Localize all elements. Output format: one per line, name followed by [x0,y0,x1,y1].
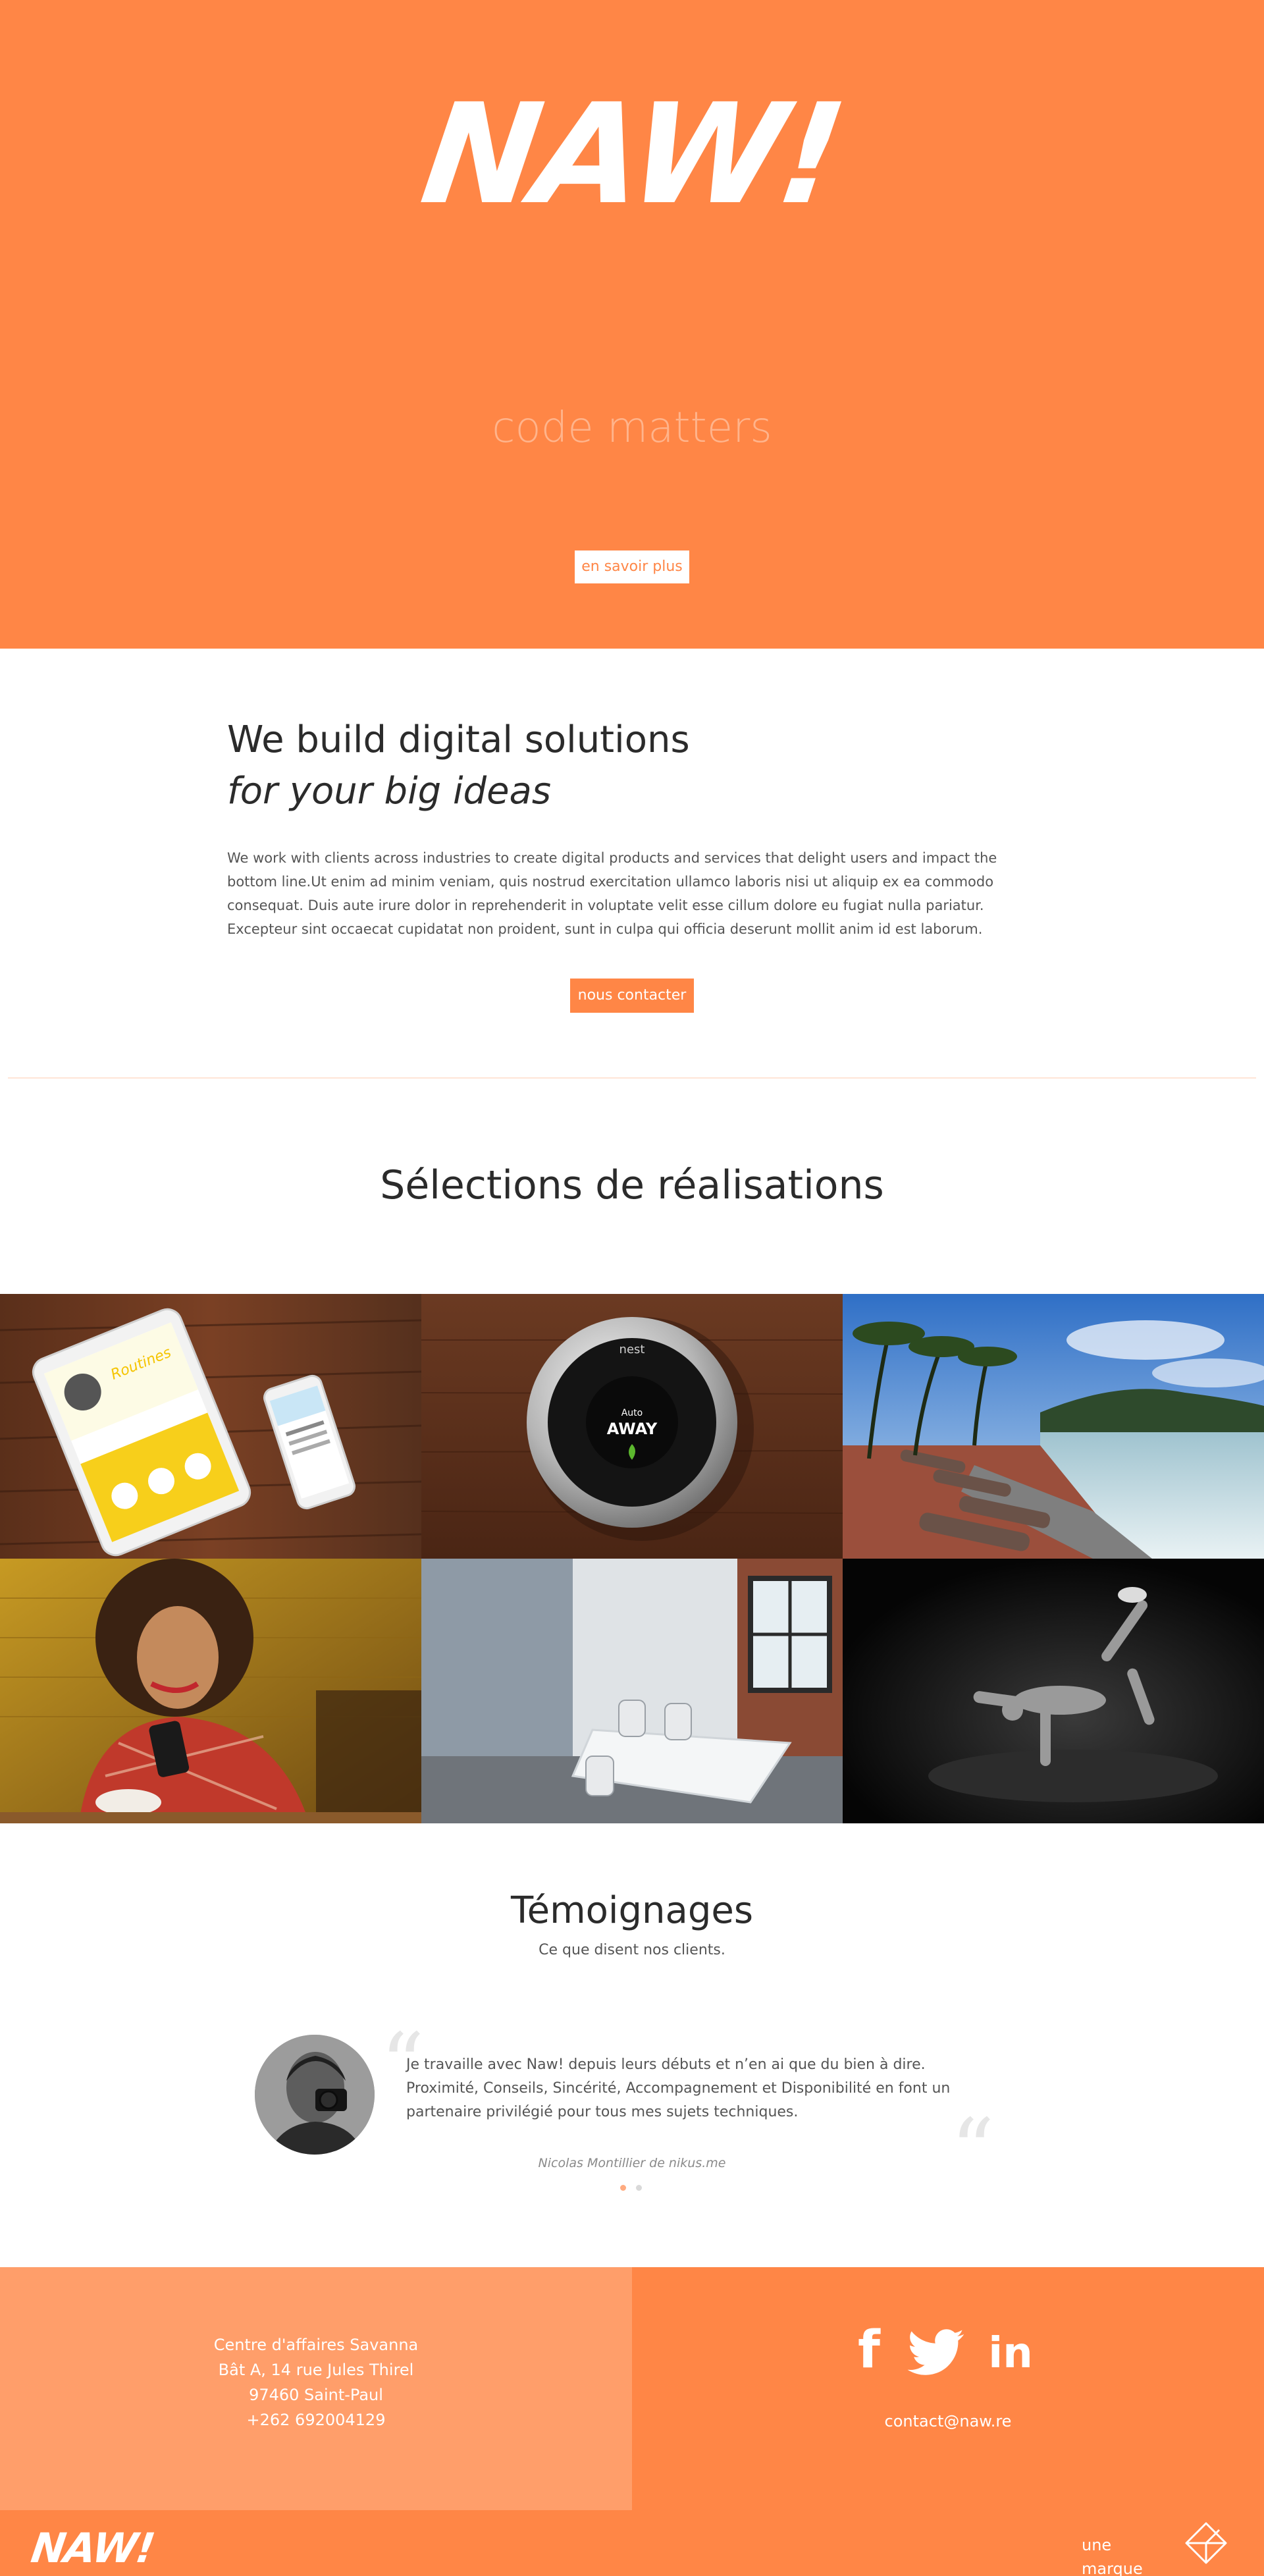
hero-tagline: code matters [492,404,772,452]
facebook-icon: f [858,2321,881,2380]
breakdancer-image [843,1559,1264,1823]
linkedin-icon: in [988,2329,1033,2378]
work-tile-seaside-cannons[interactable] [843,1294,1264,1559]
facebook-link[interactable]: f [849,2320,889,2380]
testimonial-pagination [620,2185,646,2193]
testimonial-quote: Je travaille avec Naw! depuis leurs débu… [406,2056,951,2120]
pagination-dot[interactable] [636,2185,642,2191]
social-links: f in [849,2320,1047,2380]
contact-button[interactable]: nous contacter [570,979,694,1013]
testimonials-subtitle: Ce que disent nos clients. [539,1942,725,1958]
nest-mode-text: Auto [621,1408,643,1418]
nest-brand-text: nest [619,1343,645,1356]
intro-section: We build digital solutions for your big … [0,649,1264,1077]
works-title: Sélections de réalisations [380,1162,884,1208]
section-divider [8,1077,1256,1079]
work-tile-tablet-mockup[interactable]: Routines [0,1294,421,1559]
nest-status-text: AWAY [607,1420,658,1438]
twitter-icon [907,2329,964,2375]
svg-text:f: f [858,2321,881,2379]
work-tile-nest-thermostat[interactable]: nest Auto AWAY [421,1294,843,1559]
testimonial-author: Nicolas Montillier de nikus.me [538,2156,726,2170]
work-tile-meeting-room[interactable] [421,1559,843,1823]
learn-more-button[interactable]: en savoir plus [575,550,689,583]
pagination-dot[interactable] [620,2185,626,2191]
meeting-room-image [421,1559,843,1823]
seaside-cannons-image [843,1294,1264,1559]
client-avatar-photo [255,2035,375,2155]
naw-logo[interactable]: NAW! [413,63,851,260]
company-address: Centre d'affaires Savanna Bât A, 14 rue … [184,2332,448,2432]
parent-brand-logo-icon[interactable] [1181,2519,1231,2567]
work-tile-woman-phone[interactable] [0,1559,421,1823]
tablet-phone-mockup-image: Routines [0,1294,421,1559]
client-avatar [255,2035,375,2155]
nest-thermostat-image: nest Auto AWAY [421,1294,843,1559]
hero-section: NAW! code matters en savoir plus [0,0,1264,649]
phone-number[interactable]: +262 692004129 [184,2407,448,2432]
quote-close-icon: “ [951,2100,995,2200]
intro-subtitle: for your big ideas [227,770,552,813]
address-line-1: Centre d'affaires Savanna [213,2336,419,2354]
footer-address-panel: Centre d'affaires Savanna Bât A, 14 rue … [0,2267,632,2510]
intro-title: We build digital solutions [227,718,690,761]
logo-text: NAW! [413,74,851,235]
footer-logo[interactable]: NAW! [28,2522,157,2575]
bottom-bar: NAW! une marque [0,2510,1264,2576]
testimonials-title: Témoignages [510,1889,754,1932]
address-line-3: 97460 Saint-Paul [249,2386,383,2404]
woman-with-phone-image [0,1559,421,1823]
contact-email-link[interactable]: contact@naw.re [632,2409,1264,2433]
brand-text: une marque [1082,2536,1143,2576]
svg-text:in: in [988,2329,1033,2378]
works-grid: Routines nest Auto AWAY [0,1294,1264,1824]
twitter-link[interactable] [903,2320,969,2379]
work-tile-breakdancer[interactable] [843,1559,1264,1823]
linkedin-link[interactable]: in [984,2320,1037,2379]
intro-paragraph: We work with clients across industries t… [227,850,997,937]
footer-contact-panel: f in contact@naw.re [632,2267,1264,2510]
address-line-2: Bât A, 14 rue Jules Thirel [218,2361,414,2379]
